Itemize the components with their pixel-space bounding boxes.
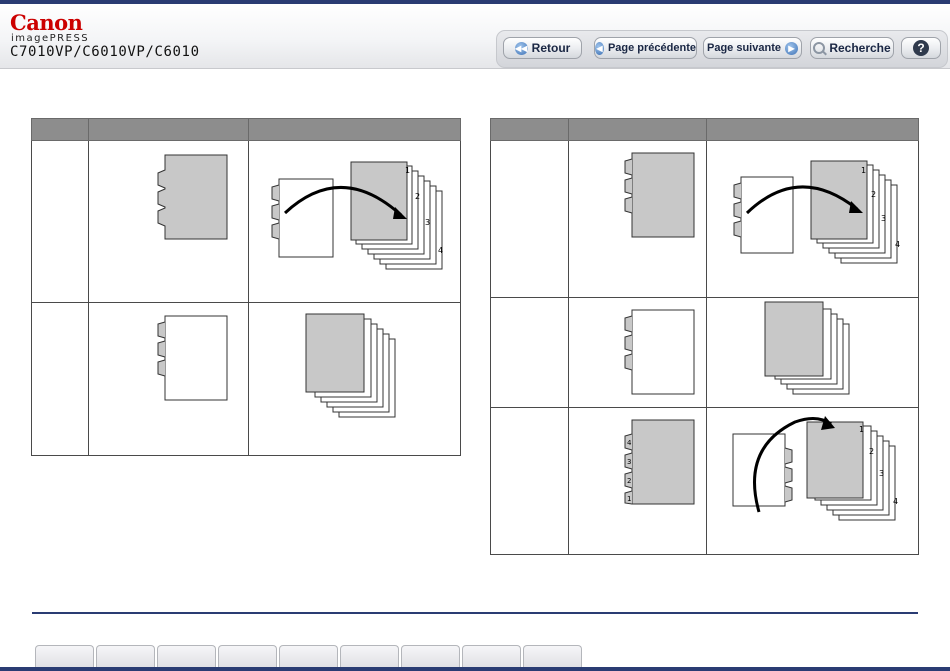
- tab-label: 2: [871, 190, 876, 199]
- tab-label: 4: [893, 497, 898, 506]
- tab-label: 4: [895, 240, 900, 249]
- original-cell: 4 3 2 1: [568, 407, 707, 555]
- previous-page-label: Page précédente: [607, 42, 696, 54]
- tab-paper-white-illustration: [624, 309, 695, 395]
- result-cell: 1 2 3 4: [248, 140, 461, 303]
- previous-page-button[interactable]: ◀ Page précédente: [594, 37, 697, 59]
- row-label-cell: [490, 297, 569, 408]
- original-cell: [568, 297, 707, 408]
- tab-label: 1: [627, 495, 631, 503]
- table-row: 1 2 3 4: [490, 140, 919, 298]
- footer-divider: [32, 612, 918, 614]
- table-header-row: [31, 118, 461, 141]
- tab-label: 2: [415, 192, 420, 201]
- tab-label: 1: [405, 166, 410, 175]
- back-label: Retour: [531, 41, 571, 55]
- collated-sets-illustration: 1 2 3 4: [271, 161, 443, 270]
- tab-label: 4: [627, 439, 632, 447]
- tab-label: 3: [627, 458, 631, 466]
- header-cell: [706, 118, 919, 141]
- tab-label: 1: [861, 166, 866, 175]
- row-label-cell: [31, 140, 89, 303]
- canon-logo: Canon: [10, 10, 83, 35]
- help-button[interactable]: ?: [901, 37, 941, 59]
- reversed-collated-sets-illustration: 1 2 3 4: [732, 416, 898, 521]
- header-cell: [568, 118, 707, 141]
- figure-table-left: 1 2 3 4: [31, 118, 461, 456]
- tab-paper-white-illustration: [157, 315, 228, 401]
- numbered-tab-paper-illustration: 4 3 2 1: [624, 419, 695, 505]
- bottom-accent-bar: [0, 667, 950, 671]
- table-row: [490, 297, 919, 408]
- row-label-cell: [31, 302, 89, 456]
- tab-label: 2: [869, 447, 874, 456]
- result-cell: 1 2 3 4: [706, 407, 919, 555]
- next-page-button[interactable]: Page suivante ▶: [703, 37, 802, 59]
- row-label-cell: [490, 407, 569, 555]
- rewind-icon: ◀◀: [514, 41, 528, 55]
- magnifier-icon: [813, 42, 826, 54]
- left-arrow-icon: ◀: [595, 41, 604, 55]
- table-row: 4 3 2 1 1 2 3 4: [490, 407, 919, 555]
- search-button[interactable]: Recherche: [810, 37, 894, 59]
- tab-label: 1: [859, 425, 864, 434]
- search-label: Recherche: [829, 41, 891, 55]
- result-cell: 1 2 3 4: [706, 140, 919, 298]
- tab-paper-gray-illustration: [624, 152, 695, 238]
- result-cell: [706, 297, 919, 408]
- next-page-label: Page suivante: [707, 42, 781, 54]
- table-row: 1 2 3 4: [31, 140, 461, 303]
- collated-sets-illustration: 1 2 3 4: [733, 160, 900, 264]
- header-cell: [31, 118, 89, 141]
- table-header-row: [490, 118, 919, 141]
- product-name: imagePRESS: [11, 33, 90, 44]
- model-names: C7010VP/C6010VP/C6010: [10, 44, 200, 60]
- stacked-tab-sets-illustration: [764, 301, 850, 395]
- original-cell: [568, 140, 707, 298]
- tab-label: 3: [425, 218, 430, 227]
- original-cell: [88, 140, 249, 303]
- header-cell: [88, 118, 249, 141]
- header: Canon imagePRESS C7010VP/C6010VP/C6010 ◀…: [0, 4, 950, 69]
- table-row: [31, 302, 461, 456]
- header-cell: [248, 118, 461, 141]
- tab-label: 4: [438, 246, 443, 255]
- header-cell: [490, 118, 569, 141]
- figure-table-right: 1 2 3 4 4 3 2 1 1 2 3 4: [490, 118, 919, 555]
- right-arrow-icon: ▶: [784, 41, 798, 55]
- back-button[interactable]: ◀◀ Retour: [503, 37, 582, 59]
- tab-label: 3: [879, 469, 884, 478]
- navigation-toolbar: ◀◀ Retour ◀ Page précédente Page suivant…: [496, 30, 948, 68]
- row-label-cell: [490, 140, 569, 298]
- stacked-tab-sets-illustration: [305, 313, 396, 418]
- tab-paper-gray-illustration: [157, 154, 228, 240]
- original-cell: [88, 302, 249, 456]
- tab-label: 2: [627, 477, 631, 485]
- tab-label: 3: [881, 214, 886, 223]
- result-cell: [248, 302, 461, 456]
- question-icon: ?: [913, 40, 929, 56]
